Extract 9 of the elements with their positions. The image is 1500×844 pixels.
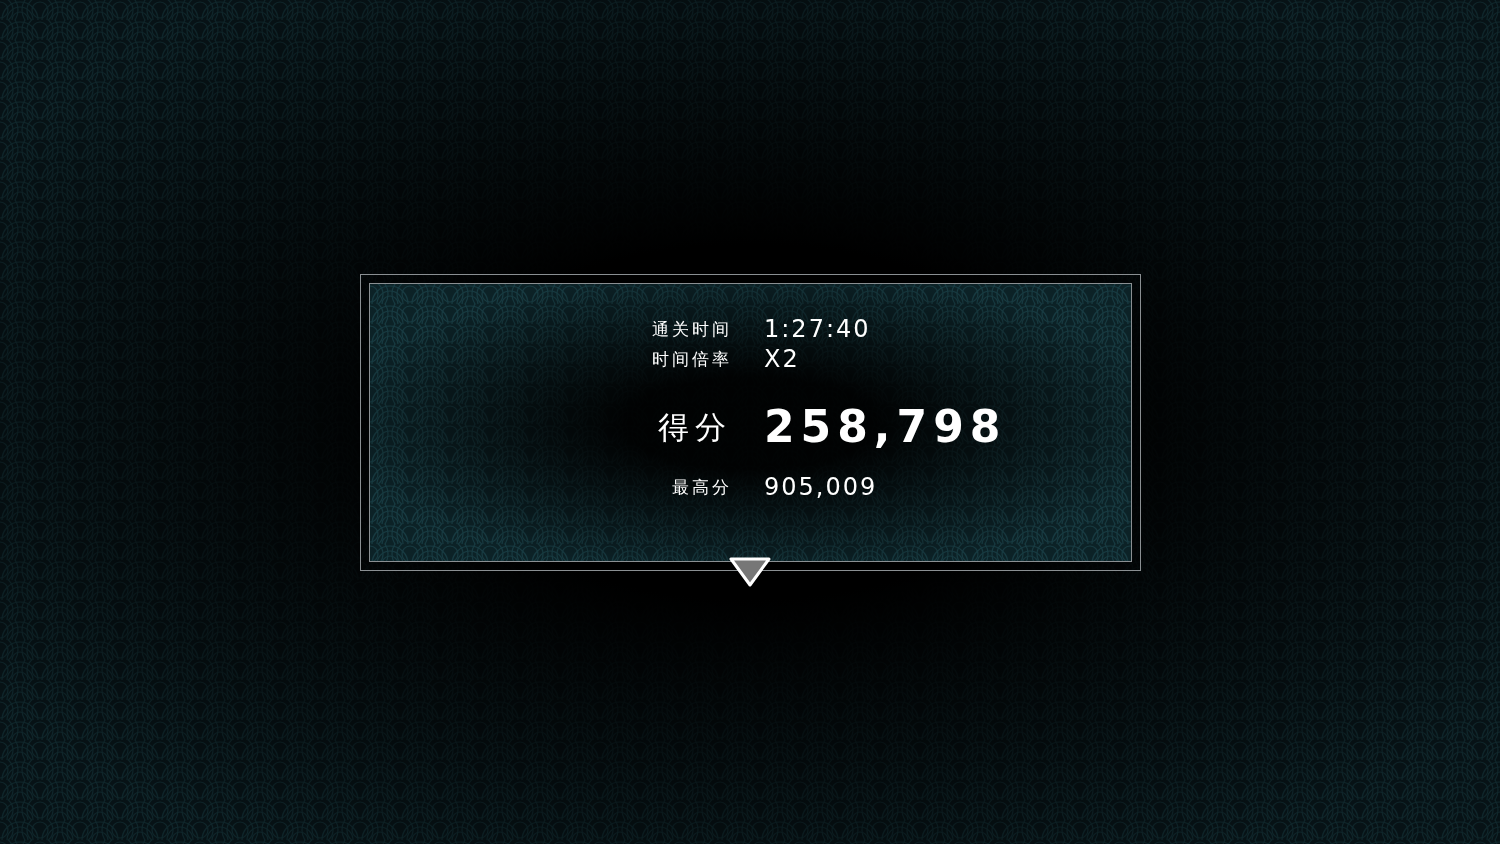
score-value: 258,798 [764,402,1007,452]
best-score-label: 最高分 [672,476,732,499]
down-triangle-icon[interactable] [729,557,771,587]
stat-label: 通关时间 [652,318,732,341]
best-score-value: 905,009 [764,472,878,502]
stat-value: X2 [764,344,800,374]
stat-value: 1:27:40 [764,314,871,344]
stat-label: 时间倍率 [652,348,732,371]
score-label: 得分 [658,408,732,447]
